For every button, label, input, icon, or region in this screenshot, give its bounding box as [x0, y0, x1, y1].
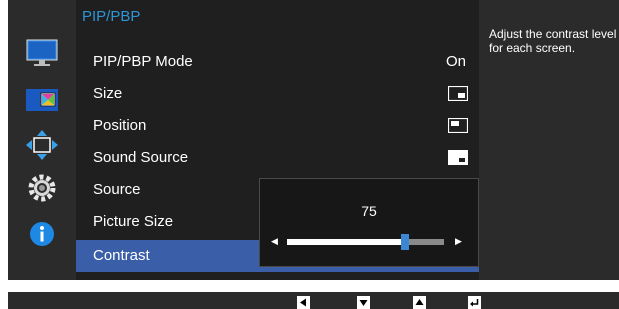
- menu-item-sound-source[interactable]: Sound Source: [76, 142, 479, 174]
- left-arrow-icon[interactable]: [297, 296, 310, 309]
- contrast-value: 75: [361, 203, 377, 219]
- info-icon[interactable]: [25, 219, 59, 249]
- slider-right-arrow-icon[interactable]: ▶: [455, 236, 462, 247]
- menu-item-label: Contrast: [93, 247, 150, 264]
- pip-icon[interactable]: [20, 83, 64, 119]
- pip-position-icon: [447, 117, 469, 137]
- menu-item-label: Picture Size: [93, 213, 174, 230]
- osd-menu-window: PIP/PBP PIP/PBP Mode On Size Position So…: [8, 0, 619, 280]
- menu-item-pip-pbp-mode[interactable]: PIP/PBP Mode On: [76, 46, 479, 78]
- menu-item-value: On: [445, 53, 466, 70]
- help-panel: Adjust the contrast level for each scree…: [480, 0, 619, 280]
- pip-sound-source-icon: [448, 150, 468, 169]
- menu-item-label: Sound Source: [93, 149, 189, 166]
- menu-item-position[interactable]: Position: [76, 110, 479, 142]
- menu-item-label: PIP/PBP Mode: [93, 53, 193, 70]
- monitor-icon[interactable]: [25, 38, 59, 68]
- button-guide-bar: [8, 292, 619, 309]
- down-arrow-icon[interactable]: [357, 296, 370, 309]
- slider-left-arrow-icon[interactable]: ◀: [271, 236, 278, 247]
- pip-size-icon: [447, 85, 469, 105]
- contrast-slider-popup: 75 ◀ ▶: [259, 178, 479, 267]
- move-icon[interactable]: [25, 130, 59, 160]
- help-text: Adjust the contrast level for each scree…: [489, 27, 617, 55]
- menu-item-label: Source: [93, 181, 141, 198]
- menu-title: PIP/PBP: [82, 8, 141, 25]
- sidebar: [8, 0, 76, 280]
- menu-item-size[interactable]: Size: [76, 78, 479, 110]
- up-arrow-icon[interactable]: [413, 296, 426, 309]
- contrast-slider[interactable]: [287, 234, 444, 250]
- menu-item-label: Position: [93, 117, 147, 134]
- settings-icon[interactable]: [25, 173, 59, 203]
- enter-icon[interactable]: [468, 296, 481, 309]
- slider-fill: [287, 239, 405, 245]
- slider-handle[interactable]: [400, 234, 409, 250]
- menu-item-label: Size: [93, 85, 123, 102]
